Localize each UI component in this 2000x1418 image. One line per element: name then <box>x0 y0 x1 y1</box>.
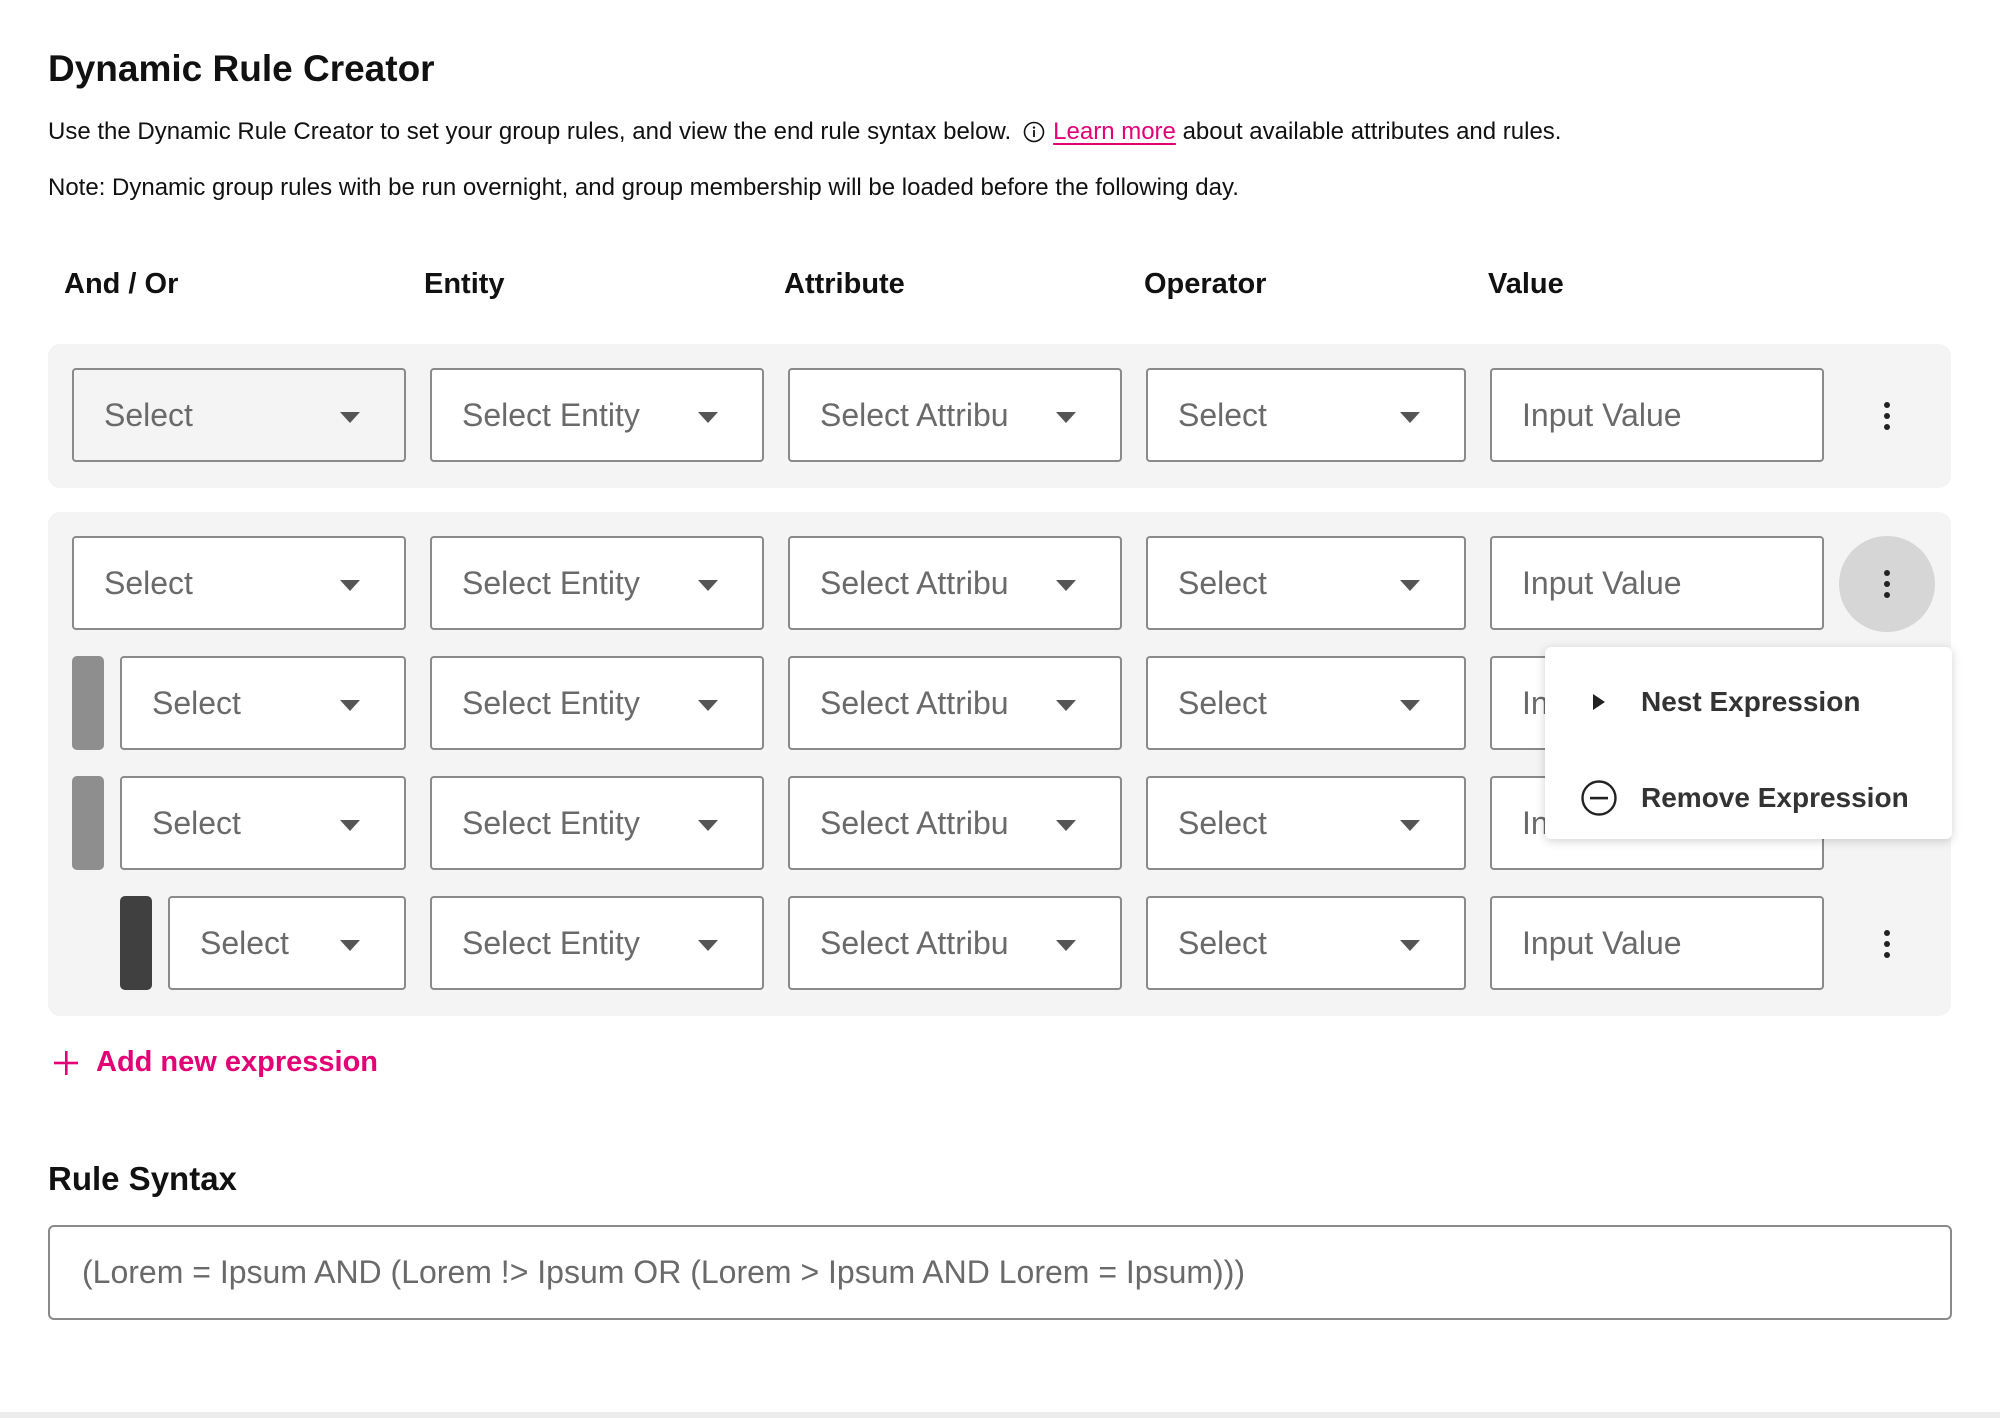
value-input[interactable]: Input Value <box>1490 368 1824 462</box>
nest-indicator-level-2 <box>120 896 152 990</box>
column-header-operator: Operator <box>1144 268 1267 300</box>
chevron-down-icon <box>340 940 360 951</box>
value-input[interactable]: Input Value <box>1490 896 1824 990</box>
chevron-down-icon <box>698 820 718 831</box>
entity-select[interactable]: Select Entity <box>430 656 764 750</box>
operator-select-label: Select <box>1178 564 1267 601</box>
and-or-select-label: Select <box>152 804 241 841</box>
attribute-select-label: Select Attribu <box>820 804 1009 841</box>
attribute-select[interactable]: Select Attribu <box>788 776 1122 870</box>
chevron-down-icon <box>698 700 718 711</box>
entity-select[interactable]: Select Entity <box>430 536 764 630</box>
info-icon <box>1023 120 1045 143</box>
add-new-expression-label: Add new expression <box>96 1046 379 1078</box>
kebab-icon[interactable] <box>1857 386 1917 446</box>
operator-select[interactable]: Select <box>1146 536 1466 630</box>
description-text: Use the Dynamic Rule Creator to set your… <box>48 118 1012 145</box>
attribute-select[interactable]: Select Attribu <box>788 896 1122 990</box>
dynamic-rule-creator-page: Dynamic Rule Creator Use the Dynamic Rul… <box>0 0 2000 1418</box>
kebab-icon[interactable] <box>1839 536 1935 632</box>
kebab-icon[interactable] <box>1857 914 1917 974</box>
and-or-select-label: Select <box>200 924 289 961</box>
attribute-select[interactable]: Select Attribu <box>788 536 1122 630</box>
chevron-down-icon <box>1400 412 1420 423</box>
description-text-after: about available attributes and rules. <box>1182 118 1562 145</box>
page-bottom-divider <box>0 1412 2000 1418</box>
operator-select-label: Select <box>1178 396 1267 433</box>
entity-select[interactable]: Select Entity <box>430 776 764 870</box>
attribute-select-label: Select Attribu <box>820 396 1009 433</box>
attribute-select[interactable]: Select Attribu <box>788 656 1122 750</box>
chevron-down-icon <box>1056 580 1076 591</box>
and-or-select-label: Select <box>152 684 241 721</box>
chevron-down-icon <box>340 700 360 711</box>
chevron-down-icon <box>1400 820 1420 831</box>
minus-circle-icon <box>1581 780 1617 816</box>
page-title: Dynamic Rule Creator <box>48 48 435 89</box>
chevron-down-icon <box>1400 700 1420 711</box>
remove-expression-label: Remove Expression <box>1641 782 1909 813</box>
nest-expression-menu-item[interactable]: Nest Expression <box>1545 662 1952 742</box>
caret-right-icon <box>1581 684 1617 720</box>
attribute-select-label: Select Attribu <box>820 684 1009 721</box>
entity-select-label: Select Entity <box>462 924 640 961</box>
operator-select[interactable]: Select <box>1146 368 1466 462</box>
attribute-select[interactable]: Select Attribu <box>788 368 1122 462</box>
entity-select[interactable]: Select Entity <box>430 896 764 990</box>
column-header-and-or: And / Or <box>64 268 179 300</box>
remove-expression-menu-item[interactable]: Remove Expression <box>1545 758 1952 838</box>
entity-select[interactable]: Select Entity <box>430 368 764 462</box>
note-text: Note: Dynamic group rules with be run ov… <box>48 174 1239 201</box>
attribute-select-label: Select Attribu <box>820 564 1009 601</box>
and-or-select[interactable]: Select <box>120 776 406 870</box>
chevron-down-icon <box>1056 820 1076 831</box>
and-or-select[interactable]: Select <box>72 536 406 630</box>
operator-select-label: Select <box>1178 804 1267 841</box>
chevron-down-icon <box>698 412 718 423</box>
column-header-attribute: Attribute <box>784 268 905 300</box>
rule-syntax-field[interactable]: (Lorem = Ipsum AND (Lorem !> Ipsum OR (L… <box>48 1225 1952 1320</box>
nest-expression-label: Nest Expression <box>1641 686 1861 717</box>
add-new-expression-button[interactable]: Add new expression <box>52 1046 378 1079</box>
plus-icon <box>54 1050 78 1075</box>
value-input-placeholder: Input Value <box>1522 924 1682 961</box>
nest-indicator <box>72 656 104 750</box>
value-input-placeholder: Input Value <box>1522 396 1682 433</box>
chevron-down-icon <box>340 580 360 591</box>
operator-select[interactable]: Select <box>1146 776 1466 870</box>
chevron-down-icon <box>1056 940 1076 951</box>
and-or-select-label: Select <box>104 564 193 601</box>
rule-syntax-value: (Lorem = Ipsum AND (Lorem !> Ipsum OR (L… <box>82 1254 1246 1290</box>
chevron-down-icon <box>1400 940 1420 951</box>
and-or-select[interactable]: Select <box>120 656 406 750</box>
value-input-placeholder: Input Value <box>1522 564 1682 601</box>
entity-select-label: Select Entity <box>462 804 640 841</box>
and-or-select-label: Select <box>104 396 193 433</box>
nest-indicator <box>72 776 104 870</box>
rule-syntax-title: Rule Syntax <box>48 1160 237 1197</box>
chevron-down-icon <box>698 940 718 951</box>
and-or-select[interactable]: Select <box>168 896 406 990</box>
entity-select-label: Select Entity <box>462 564 640 601</box>
attribute-select-label: Select Attribu <box>820 924 1009 961</box>
column-header-entity: Entity <box>424 268 505 300</box>
operator-select[interactable]: Select <box>1146 896 1466 990</box>
chevron-down-icon <box>1056 700 1076 711</box>
operator-select-label: Select <box>1178 684 1267 721</box>
expression-context-menu: Nest Expression Remove Expression <box>1545 647 1952 839</box>
and-or-select[interactable]: Select <box>72 368 406 462</box>
value-input[interactable]: Input Value <box>1490 536 1824 630</box>
chevron-down-icon <box>340 820 360 831</box>
operator-select-label: Select <box>1178 924 1267 961</box>
entity-select-label: Select Entity <box>462 684 640 721</box>
column-header-value: Value <box>1488 268 1564 300</box>
learn-more-link[interactable]: Learn more <box>1053 118 1176 145</box>
page-description: Use the Dynamic Rule Creator to set your… <box>48 116 1561 148</box>
chevron-down-icon <box>1400 580 1420 591</box>
entity-select-label: Select Entity <box>462 396 640 433</box>
chevron-down-icon <box>1056 412 1076 423</box>
chevron-down-icon <box>340 412 360 423</box>
chevron-down-icon <box>698 580 718 591</box>
operator-select[interactable]: Select <box>1146 656 1466 750</box>
